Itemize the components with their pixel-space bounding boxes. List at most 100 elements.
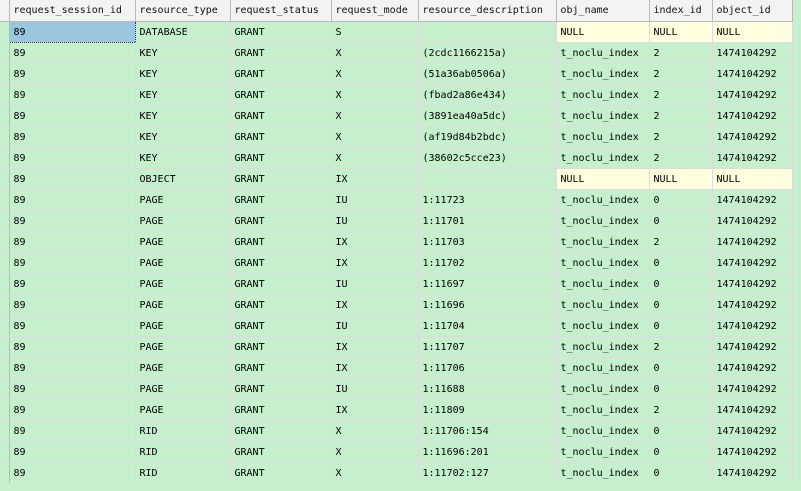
table-row[interactable]: 89 PAGE GRANT IU 1:11704 t_noclu_index 0 147410… — [0, 315, 793, 337]
cell-resource-description[interactable]: 1:11707 — [418, 336, 557, 358]
table-row[interactable]: 89 KEY GRANT X (2cdc1166215a) t_noclu_index 2 1… — [0, 42, 793, 64]
corner-cell[interactable] — [0, 0, 10, 22]
row-selector[interactable] — [0, 420, 10, 442]
cell-request-mode[interactable]: IU — [331, 273, 419, 295]
cell-request-mode[interactable]: IX — [331, 357, 419, 379]
cell-index-id[interactable]: 0 — [649, 294, 713, 316]
cell-resource-type[interactable]: RID — [135, 441, 231, 463]
cell-index-id[interactable]: 0 — [649, 357, 713, 379]
cell-request-session-id[interactable]: 89 — [9, 357, 136, 379]
cell-request-status[interactable]: GRANT — [230, 126, 332, 148]
cell-resource-description[interactable] — [418, 21, 557, 43]
cell-request-session-id[interactable]: 89 — [9, 462, 136, 484]
cell-resource-type[interactable]: RID — [135, 420, 231, 442]
cell-obj-name[interactable]: t_noclu_index — [556, 210, 650, 232]
table-row[interactable]: 89 KEY GRANT X (51a36ab0506a) t_noclu_index 2 1… — [0, 63, 793, 85]
cell-obj-name[interactable]: t_noclu_index — [556, 273, 650, 295]
table-row[interactable]: 89 PAGE GRANT IX 1:11706 t_noclu_index 0 147410… — [0, 357, 793, 379]
column-header-obj-name[interactable]: obj_name — [556, 0, 650, 22]
cell-index-id[interactable]: 2 — [649, 336, 713, 358]
cell-request-mode[interactable]: IX — [331, 399, 419, 421]
cell-request-session-id[interactable]: 89 — [9, 84, 136, 106]
cell-resource-description[interactable]: 1:11696:201 — [418, 441, 557, 463]
cell-resource-type[interactable]: PAGE — [135, 399, 231, 421]
cell-request-status[interactable]: GRANT — [230, 21, 332, 43]
cell-resource-description[interactable]: (2cdc1166215a) — [418, 42, 557, 64]
results-grid[interactable]: request_session_id resource_type request… — [0, 0, 793, 484]
row-selector[interactable] — [0, 21, 10, 43]
cell-resource-description[interactable]: (3891ea40a5dc) — [418, 105, 557, 127]
cell-object-id[interactable]: 1474104292 — [712, 189, 793, 211]
table-row[interactable]: 89 OBJECT GRANT IX NULL NULL NULL — [0, 168, 793, 190]
cell-request-session-id[interactable]: 89 — [9, 63, 136, 85]
cell-obj-name[interactable]: t_noclu_index — [556, 147, 650, 169]
cell-resource-type[interactable]: RID — [135, 462, 231, 484]
table-row[interactable]: 89 KEY GRANT X (3891ea40a5dc) t_noclu_index 2 1… — [0, 105, 793, 127]
cell-request-mode[interactable]: X — [331, 147, 419, 169]
cell-request-status[interactable]: GRANT — [230, 63, 332, 85]
cell-index-id[interactable]: 2 — [649, 84, 713, 106]
cell-obj-name[interactable]: NULL — [556, 21, 650, 43]
cell-request-mode[interactable]: IX — [331, 231, 419, 253]
cell-request-mode[interactable]: IX — [331, 294, 419, 316]
cell-request-status[interactable]: GRANT — [230, 294, 332, 316]
cell-resource-description[interactable] — [418, 168, 557, 190]
column-header-request-status[interactable]: request_status — [230, 0, 332, 22]
cell-resource-type[interactable]: PAGE — [135, 378, 231, 400]
cell-object-id[interactable]: 1474104292 — [712, 105, 793, 127]
cell-index-id[interactable]: NULL — [649, 168, 713, 190]
cell-request-session-id[interactable]: 89 — [9, 189, 136, 211]
column-header-resource-description[interactable]: resource_description — [418, 0, 557, 22]
cell-request-status[interactable]: GRANT — [230, 147, 332, 169]
cell-obj-name[interactable]: t_noclu_index — [556, 126, 650, 148]
row-selector[interactable] — [0, 399, 10, 421]
cell-resource-type[interactable]: KEY — [135, 126, 231, 148]
column-header-request-session-id[interactable]: request_session_id — [9, 0, 136, 22]
cell-index-id[interactable]: 2 — [649, 63, 713, 85]
column-header-request-mode[interactable]: request_mode — [331, 0, 419, 22]
cell-obj-name[interactable]: t_noclu_index — [556, 357, 650, 379]
cell-request-status[interactable]: GRANT — [230, 84, 332, 106]
cell-resource-description[interactable]: (af19d84b2bdc) — [418, 126, 557, 148]
cell-request-session-id[interactable]: 89 — [9, 336, 136, 358]
row-selector[interactable] — [0, 168, 10, 190]
cell-resource-type[interactable]: KEY — [135, 147, 231, 169]
cell-object-id[interactable]: 1474104292 — [712, 399, 793, 421]
cell-object-id[interactable]: 1474104292 — [712, 126, 793, 148]
cell-request-status[interactable]: GRANT — [230, 210, 332, 232]
cell-request-session-id[interactable]: 89 — [9, 294, 136, 316]
cell-index-id[interactable]: 2 — [649, 399, 713, 421]
table-row[interactable]: 89 PAGE GRANT IX 1:11703 t_noclu_index 2 147410… — [0, 231, 793, 253]
row-selector[interactable] — [0, 42, 10, 64]
cell-object-id[interactable]: 1474104292 — [712, 231, 793, 253]
cell-obj-name[interactable]: t_noclu_index — [556, 315, 650, 337]
row-selector[interactable] — [0, 294, 10, 316]
table-row[interactable]: 89 PAGE GRANT IX 1:11707 t_noclu_index 2 147410… — [0, 336, 793, 358]
cell-request-session-id[interactable]: 89 — [9, 315, 136, 337]
cell-index-id[interactable]: 0 — [649, 210, 713, 232]
cell-object-id[interactable]: 1474104292 — [712, 441, 793, 463]
cell-resource-description[interactable]: 1:11701 — [418, 210, 557, 232]
cell-request-mode[interactable]: X — [331, 63, 419, 85]
cell-obj-name[interactable]: NULL — [556, 168, 650, 190]
cell-index-id[interactable]: 0 — [649, 441, 713, 463]
cell-index-id[interactable]: 2 — [649, 147, 713, 169]
table-row[interactable]: 89 RID GRANT X 1:11702:127 t_noclu_index 0 1474… — [0, 462, 793, 484]
column-header-object-id[interactable]: object_id — [712, 0, 793, 22]
cell-object-id[interactable]: 1474104292 — [712, 84, 793, 106]
cell-obj-name[interactable]: t_noclu_index — [556, 294, 650, 316]
cell-resource-type[interactable]: PAGE — [135, 294, 231, 316]
cell-object-id[interactable]: 1474104292 — [712, 42, 793, 64]
cell-object-id[interactable]: 1474104292 — [712, 462, 793, 484]
cell-request-session-id[interactable]: 89 — [9, 378, 136, 400]
cell-request-mode[interactable]: IX — [331, 168, 419, 190]
cell-request-mode[interactable]: X — [331, 42, 419, 64]
cell-obj-name[interactable]: t_noclu_index — [556, 252, 650, 274]
cell-request-session-id[interactable]: 89 — [9, 399, 136, 421]
cell-object-id[interactable]: 1474104292 — [712, 294, 793, 316]
row-selector[interactable] — [0, 378, 10, 400]
cell-obj-name[interactable]: t_noclu_index — [556, 84, 650, 106]
table-row[interactable]: 89 PAGE GRANT IX 1:11702 t_noclu_index 0 147410… — [0, 252, 793, 274]
cell-resource-type[interactable]: PAGE — [135, 252, 231, 274]
cell-request-status[interactable]: GRANT — [230, 441, 332, 463]
